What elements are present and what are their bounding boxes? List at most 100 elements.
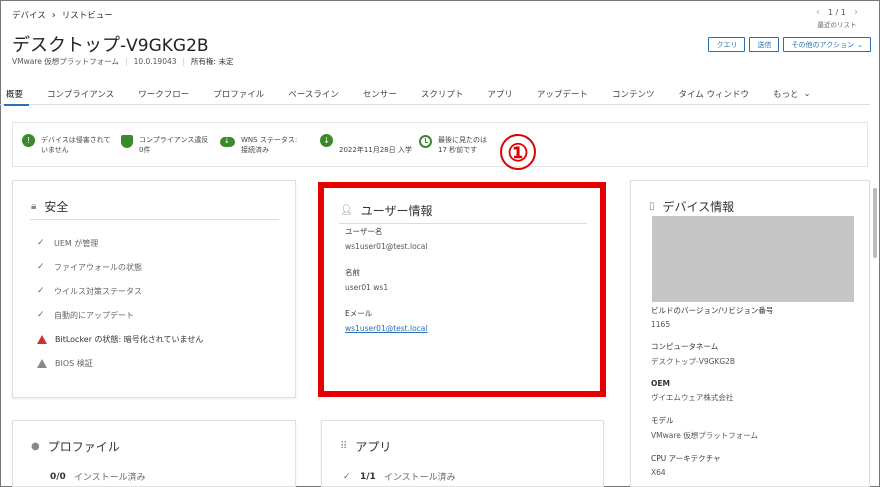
title-name: -V9GKG2B — [120, 36, 209, 56]
computer-name-value: デスクトップ-V9GKG2B — [651, 357, 736, 366]
profile-install-text: インストール済み — [73, 473, 146, 483]
profile-title-text: プロファイル — [47, 440, 120, 454]
annotation-number: ① — [500, 134, 536, 170]
breadcrumb: デバイス › リストビュー — [12, 9, 113, 22]
query-label: クエリ — [716, 40, 738, 49]
breadcrumb-list-view[interactable]: リストビュー — [62, 9, 113, 21]
tab-more[interactable]: もっと ⌄ — [761, 83, 823, 105]
tab-summary[interactable]: 概要 — [0, 83, 35, 106]
status-line: 2022年11月28日 入学 — [339, 146, 412, 154]
clock-icon — [419, 135, 432, 148]
check-icon: ✓ — [343, 471, 351, 482]
cpu-value: X64 — [651, 468, 666, 477]
list-item-label: BIOS 検証 — [55, 358, 93, 368]
list-item-label: ファイアウォールの状態 — [54, 262, 142, 272]
cloud-icon — [220, 136, 235, 147]
model-label: モデル — [651, 416, 674, 425]
status-enrolled: ↓ 2022年11月28日 入学 — [320, 134, 412, 155]
action-buttons: クエリ 送信 その他のアクション ⌄ — [708, 37, 871, 52]
list-item-label: UEM が管理 — [54, 238, 99, 248]
warning-grey-icon — [37, 358, 47, 368]
list-item[interactable]: ✓ ファイアウォールの状態 — [37, 255, 203, 279]
tab-workflow[interactable]: ワークフロー — [126, 83, 201, 105]
cpu-field: CPU アーキテクチャ X64 — [651, 453, 773, 477]
list-item[interactable]: BIOS 検証 — [37, 351, 203, 375]
profile-title: ● プロファイル — [31, 438, 120, 455]
device-image-placeholder — [652, 216, 854, 302]
phone-icon: ▯ — [649, 201, 655, 212]
list-item-label: ウイルス対策ステータス — [54, 286, 142, 296]
ownership-text: 所有権: 未定 — [191, 57, 234, 66]
list-item[interactable]: BitLocker の状態: 暗号化されていません — [37, 327, 203, 351]
list-item[interactable]: ✓ ウイルス対策ステータス — [37, 279, 203, 303]
tab-time-window[interactable]: タイム ウィンドウ — [666, 83, 761, 105]
tab-baselines[interactable]: ベースライン — [276, 83, 351, 105]
status-line: 最後に見たのは — [438, 136, 487, 144]
recent-list-link[interactable]: 最近のリスト — [816, 19, 858, 29]
device-fields: ビルドのバージョン/リビジョン番号 1165 コンピュータネーム デスクトップ-… — [651, 305, 773, 487]
enroll-icon: ↓ — [320, 134, 333, 147]
more-actions-label: その他のアクション — [791, 40, 855, 49]
status-wns: WNS ステータス: 接続済み — [220, 135, 297, 155]
device-info-title-text: デバイス情報 — [662, 200, 735, 214]
status-line: コンプライアンス違反 — [139, 136, 209, 144]
send-button[interactable]: 送信 — [749, 37, 780, 52]
list-item-label: 自動的にアップデート — [54, 310, 134, 320]
profile-count: 0/0 — [50, 471, 66, 482]
shield-icon — [121, 135, 133, 148]
pager-position: 1 / 1 — [828, 8, 846, 17]
list-item[interactable]: ✓ UEM が管理 — [37, 231, 203, 255]
apps-title: ⠿ アプリ — [340, 438, 391, 455]
check-icon: ✓ — [37, 286, 45, 296]
chevron-down-icon: ⌄ — [803, 88, 811, 99]
list-item[interactable]: ✓ 自動的にアップデート — [37, 303, 203, 327]
grid-icon: ⠿ — [340, 441, 348, 452]
breadcrumb-devices[interactable]: デバイス — [12, 9, 46, 21]
status-compromised: ! デバイスは侵害されて いません — [22, 134, 111, 155]
tab-content[interactable]: コンテンツ — [600, 83, 667, 105]
status-strip: ! デバイスは侵害されていません コンプライアンス違反 0件 WNS ステータス:… — [12, 122, 868, 167]
tab-updates[interactable]: アップデート — [525, 83, 600, 105]
info-circle-icon: ● — [31, 441, 40, 452]
separator: | — [182, 57, 186, 66]
build-label: ビルドのバージョン/リビジョン番号 — [651, 306, 774, 315]
warning-icon — [37, 334, 47, 344]
lock-icon: 🔒︎ — [31, 201, 37, 212]
query-button[interactable]: クエリ — [708, 37, 746, 52]
chevron-right-icon: › — [51, 9, 56, 21]
tab-compliance[interactable]: コンプライアンス — [35, 83, 126, 105]
check-icon: ✓ — [37, 262, 45, 272]
title-prefix: デスクトップ — [12, 35, 120, 56]
device-subinfo: VMware 仮想プラットフォーム | 10.0.19043 | 所有権: 未定 — [12, 56, 233, 67]
check-icon: ✓ — [37, 238, 45, 248]
tab-more-label: もっと — [773, 89, 799, 100]
status-line: デバイスは侵害されて — [41, 136, 111, 144]
tab-scripts[interactable]: スクリプト — [409, 83, 476, 105]
apps-install-text: インストール済み — [383, 473, 456, 483]
build-value: 1165 — [651, 320, 671, 329]
security-title: 🔒︎ 安全 — [31, 198, 68, 215]
scrollbar[interactable] — [873, 188, 877, 258]
chevron-down-icon: ⌄ — [857, 40, 863, 49]
check-icon: ✓ — [37, 310, 45, 320]
oem-label: OEM — [651, 379, 670, 388]
security-title-text: 安全 — [44, 200, 69, 214]
apps-install-status: ✓ 1/1 インストール済み — [343, 470, 456, 484]
status-line: 0件 — [139, 146, 151, 154]
oem-value: ヴイエムウェア株式会社 — [651, 393, 734, 402]
more-actions-button[interactable]: その他のアクション ⌄ — [783, 37, 871, 52]
os-version: 10.0.19043 — [133, 57, 177, 66]
tab-profiles[interactable]: プロファイル — [201, 83, 276, 105]
build-field: ビルドのバージョン/リビジョン番号 1165 — [651, 305, 773, 329]
status-compliance: コンプライアンス違反 0件 — [121, 135, 208, 155]
next-icon[interactable]: › — [854, 7, 858, 18]
list-item-label: BitLocker の状態: 暗号化されていません — [55, 334, 204, 344]
tab-sensors[interactable]: センサー — [351, 83, 409, 105]
device-info-title: ▯ デバイス情報 — [649, 198, 734, 215]
status-line: WNS ステータス: — [241, 136, 298, 144]
prev-icon[interactable]: ‹ — [816, 7, 820, 18]
model-field: モデル VMware 仮想プラットフォーム — [651, 415, 773, 441]
tab-apps[interactable]: アプリ — [475, 83, 525, 105]
model-value: VMware 仮想プラットフォーム — [651, 431, 759, 440]
apps-title-text: アプリ — [355, 440, 392, 454]
